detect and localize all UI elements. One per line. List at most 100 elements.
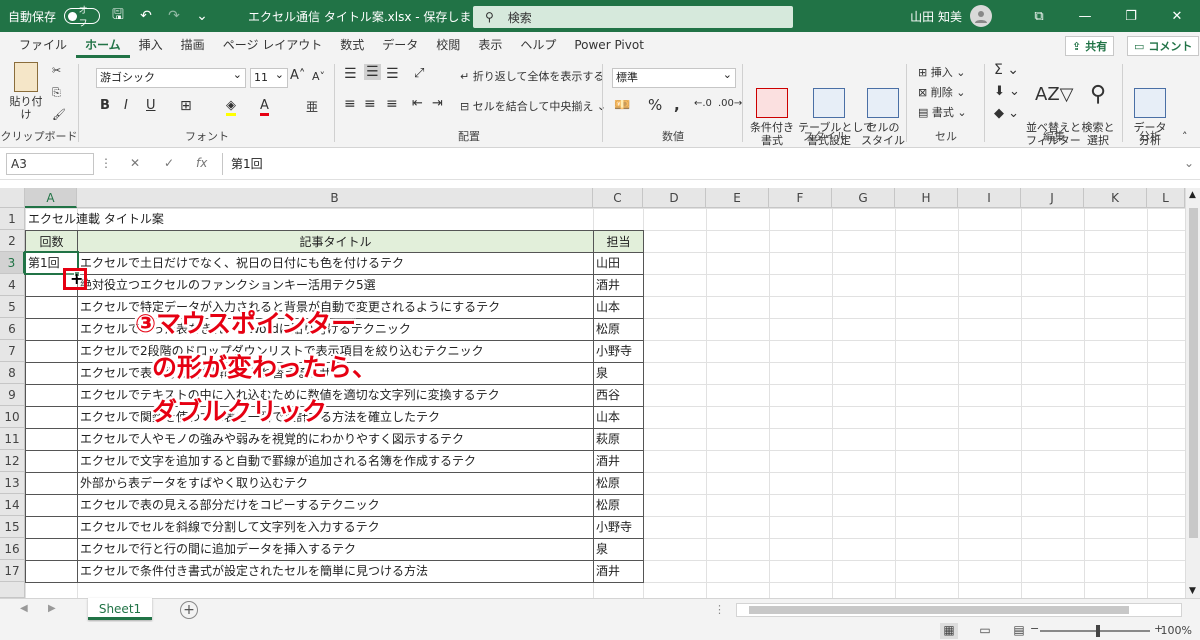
- owner-cell[interactable]: 酒井: [593, 450, 643, 472]
- row-header[interactable]: 12: [0, 450, 25, 472]
- customize-qat-icon[interactable]: ⌄: [192, 6, 212, 26]
- align-bottom-icon[interactable]: ☰: [386, 66, 399, 82]
- column-header-k[interactable]: K: [1084, 188, 1147, 208]
- column-header-c[interactable]: C: [593, 188, 643, 208]
- align-left-icon[interactable]: ≡: [344, 96, 356, 112]
- orientation-icon[interactable]: ⤢: [414, 66, 424, 81]
- row-header[interactable]: 16: [0, 538, 25, 560]
- title-cell[interactable]: エクセルで土日だけでなく、祝日の日付にも色を付けるテク: [77, 252, 593, 274]
- minimize-icon[interactable]: —: [1062, 0, 1108, 32]
- sheet-title-cell[interactable]: エクセル連載 タイトル案: [25, 208, 585, 230]
- header-cell-count[interactable]: 回数: [25, 230, 78, 253]
- horizontal-scrollbar[interactable]: [736, 603, 1182, 617]
- row-header[interactable]: 13: [0, 472, 25, 494]
- cell-styles-button[interactable]: セルの スタイル: [860, 62, 906, 160]
- page-break-view-icon[interactable]: ▤: [1010, 623, 1028, 639]
- row-header[interactable]: 4: [0, 274, 25, 296]
- tab-help[interactable]: ヘルプ: [511, 34, 565, 58]
- find-select-button[interactable]: ⚲ 検索と 選択: [1078, 62, 1118, 160]
- delete-cells-button[interactable]: ⊠ 削除 ⌄: [918, 84, 965, 100]
- sheet-tab-sheet1[interactable]: Sheet1: [88, 598, 152, 620]
- align-center-icon[interactable]: ≡: [364, 96, 376, 112]
- wrap-text-button[interactable]: ↵ 折り返して全体を表示する: [460, 68, 604, 84]
- font-color-icon[interactable]: A: [260, 98, 269, 116]
- scroll-down-icon[interactable]: ▼: [1189, 586, 1196, 596]
- zoom-out-icon[interactable]: −: [1030, 622, 1039, 635]
- owner-cell[interactable]: 松原: [593, 318, 643, 340]
- align-top-icon[interactable]: ☰: [344, 66, 357, 82]
- owner-cell[interactable]: 松原: [593, 494, 643, 516]
- underline-button[interactable]: U: [146, 98, 156, 113]
- owner-cell[interactable]: 西谷: [593, 384, 643, 406]
- cancel-icon[interactable]: ✕: [130, 156, 140, 170]
- decrease-decimal-icon[interactable]: .00→: [718, 98, 742, 109]
- insert-cells-button[interactable]: ⊞ 挿入 ⌄: [918, 64, 965, 80]
- tab-formulas[interactable]: 数式: [331, 34, 373, 58]
- align-middle-icon[interactable]: ☰: [364, 64, 381, 80]
- number-format-select[interactable]: 標準: [612, 66, 736, 88]
- column-header-a[interactable]: A: [25, 188, 77, 208]
- zoom-slider-thumb[interactable]: [1096, 625, 1100, 637]
- font-name-select[interactable]: 游ゴシック: [96, 66, 246, 88]
- column-header-j[interactable]: J: [1021, 188, 1084, 208]
- share-button[interactable]: ⇪ 共有: [1065, 36, 1115, 56]
- owner-cell[interactable]: 山本: [593, 406, 643, 428]
- vertical-scrollbar[interactable]: ▲ ▼: [1185, 188, 1200, 598]
- owner-cell[interactable]: 山本: [593, 296, 643, 318]
- owner-cell[interactable]: 小野寺: [593, 516, 643, 538]
- row-header[interactable]: 17: [0, 560, 25, 582]
- comma-style-icon[interactable]: ,: [674, 96, 680, 114]
- row-header[interactable]: 14: [0, 494, 25, 516]
- restore-icon[interactable]: ❐: [1108, 0, 1154, 32]
- tab-data[interactable]: データ: [373, 34, 427, 58]
- sort-filter-button[interactable]: AZ▽ 並べ替えと フィルター: [1026, 62, 1081, 160]
- row-header[interactable]: 6: [0, 318, 25, 340]
- column-header-g[interactable]: G: [832, 188, 895, 208]
- tab-review[interactable]: 校閲: [427, 34, 469, 58]
- tab-view[interactable]: 表示: [469, 34, 511, 58]
- fill-icon[interactable]: ⬇ ⌄: [994, 84, 1020, 99]
- merge-center-button[interactable]: ⊟ セルを結合して中央揃え ⌄: [460, 98, 606, 114]
- select-all-corner[interactable]: [0, 188, 25, 208]
- format-painter-icon[interactable]: 🖌: [52, 108, 66, 121]
- comment-button[interactable]: ▭ コメント: [1127, 36, 1200, 56]
- horizontal-scroll-thumb[interactable]: [749, 606, 1129, 614]
- row-header[interactable]: 15: [0, 516, 25, 538]
- title-cell[interactable]: エクセルで条件付き書式が設定されたセルを簡単に見つける方法: [77, 560, 593, 582]
- tab-draw[interactable]: 描画: [172, 34, 214, 58]
- redo-icon[interactable]: ↷: [164, 6, 184, 26]
- collapse-ribbon-icon[interactable]: ˄: [1182, 130, 1188, 143]
- expand-formula-icon[interactable]: ⌄: [1184, 156, 1194, 170]
- save-icon[interactable]: 🖫: [108, 6, 128, 26]
- confirm-icon[interactable]: ✓: [164, 156, 174, 170]
- row-header[interactable]: 3: [0, 252, 25, 274]
- close-icon[interactable]: ✕: [1154, 0, 1200, 32]
- tab-insert[interactable]: 挿入: [130, 34, 172, 58]
- column-header-f[interactable]: F: [769, 188, 832, 208]
- tab-split-icon[interactable]: ⋮: [714, 603, 725, 616]
- currency-icon[interactable]: 💴: [614, 98, 630, 113]
- title-cell[interactable]: エクセルで行と行の間に追加データを挿入するテク: [77, 538, 593, 560]
- tab-file[interactable]: ファイル: [10, 34, 76, 58]
- owner-cell[interactable]: 山田: [593, 252, 643, 274]
- row-header[interactable]: 10: [0, 406, 25, 428]
- title-cell[interactable]: 外部から表データをすばやく取り込むテク: [77, 472, 593, 494]
- clear-icon[interactable]: ◆ ⌄: [994, 106, 1019, 121]
- italic-button[interactable]: I: [124, 98, 128, 113]
- conditional-format-button[interactable]: 条件付き 書式: [746, 62, 798, 160]
- owner-cell[interactable]: 酒井: [593, 274, 643, 296]
- zoom-level[interactable]: 100%: [1161, 624, 1192, 637]
- page-layout-view-icon[interactable]: ▭: [976, 623, 994, 639]
- phonetic-icon[interactable]: 亜: [306, 98, 318, 115]
- column-header-i[interactable]: I: [958, 188, 1021, 208]
- row-header[interactable]: 11: [0, 428, 25, 450]
- autosave-toggle[interactable]: オフ: [64, 6, 101, 29]
- column-header-h[interactable]: H: [895, 188, 958, 208]
- row-header[interactable]: 1: [0, 208, 25, 230]
- percent-button[interactable]: %: [648, 96, 662, 114]
- name-box[interactable]: A3: [6, 153, 94, 175]
- column-header-l[interactable]: L: [1147, 188, 1185, 208]
- worksheet[interactable]: A B C D E F G H I J K L 1 2 3 4 5 6 7 8 …: [0, 188, 1185, 598]
- title-cell[interactable]: エクセルで表の見える部分だけをコピーするテクニック: [77, 494, 593, 516]
- avatar[interactable]: [970, 5, 992, 27]
